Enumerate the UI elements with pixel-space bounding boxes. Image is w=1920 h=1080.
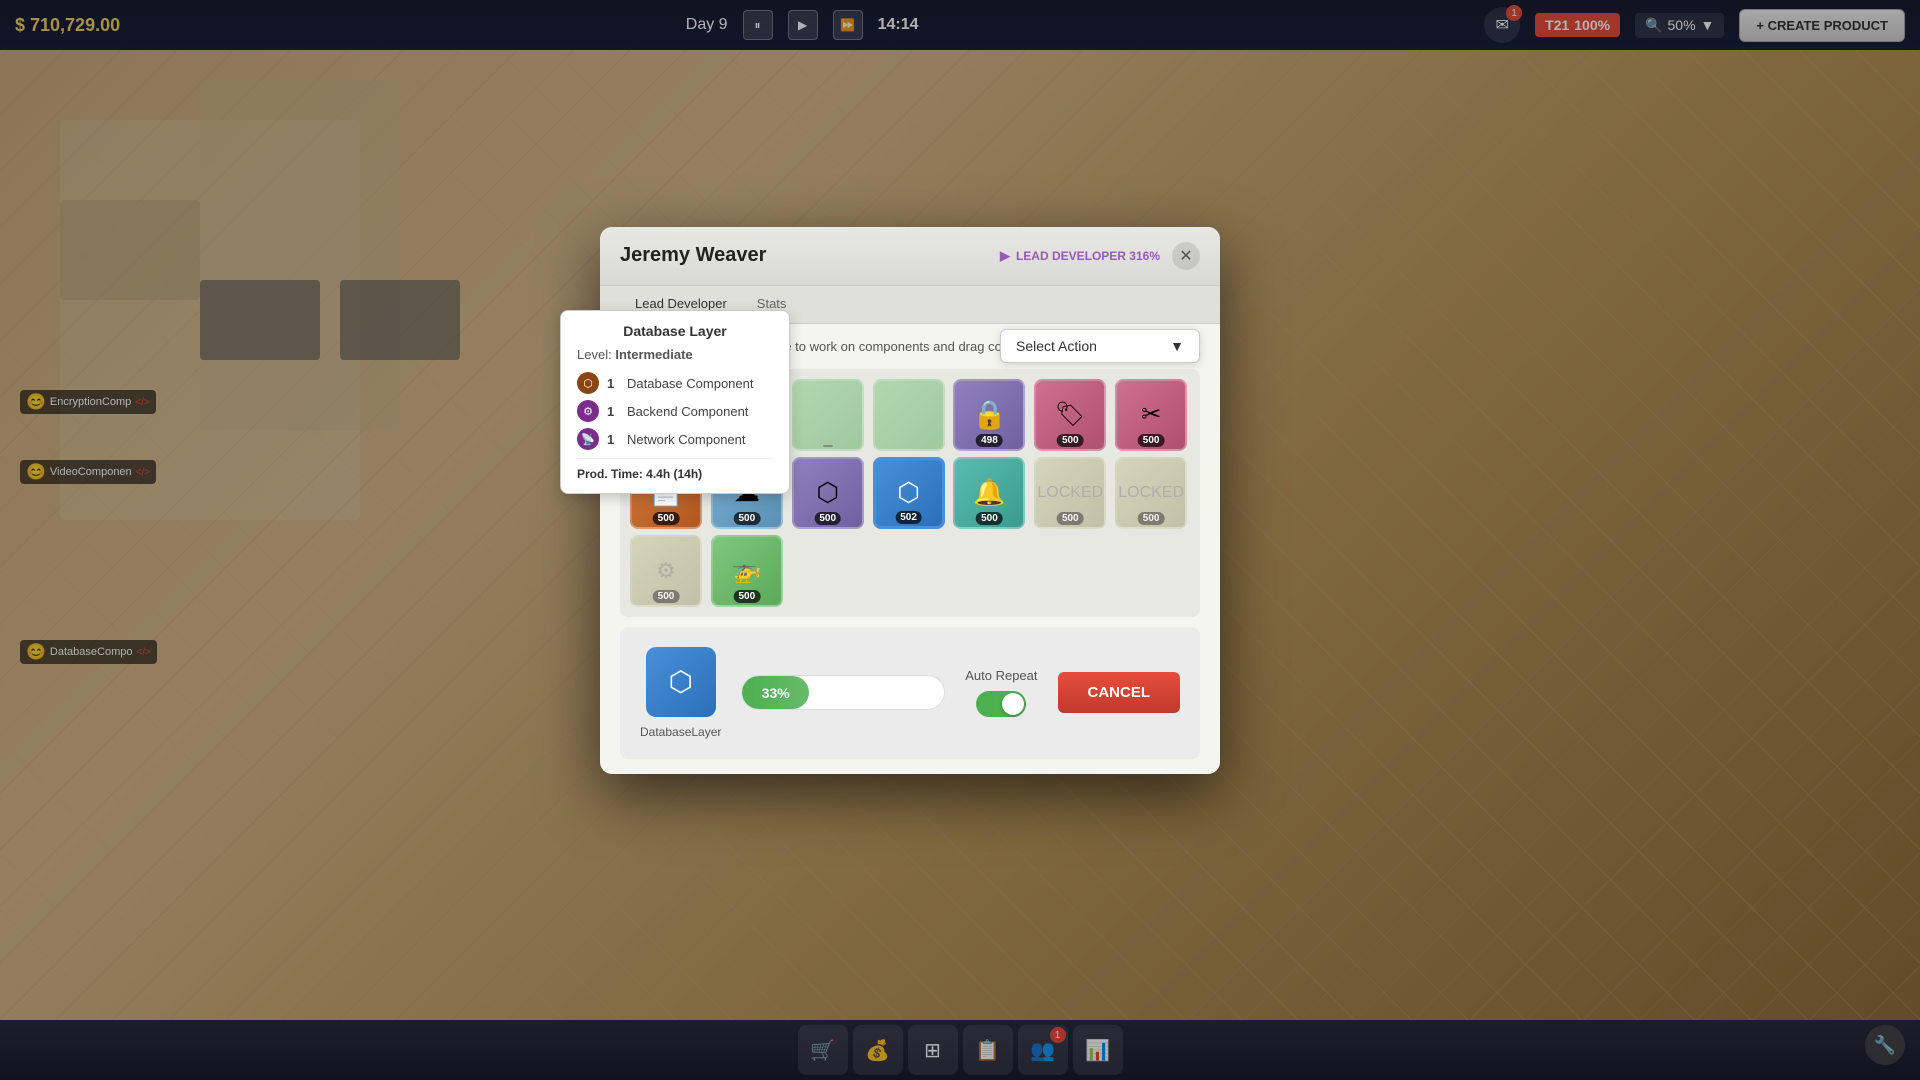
progress-bar-container: 33% xyxy=(741,675,945,710)
component-item-2[interactable] xyxy=(792,379,864,451)
tooltip-prod-time: Prod. Time: 4.4h (14h) xyxy=(577,467,773,481)
toggle-knob xyxy=(1002,693,1024,715)
auto-repeat-toggle[interactable] xyxy=(976,691,1026,717)
component-item-11[interactable]: 🔔 500 xyxy=(953,457,1025,529)
tooltip-icon-database: ⬡ xyxy=(577,372,599,394)
component-item-9[interactable]: ⬡ 500 xyxy=(792,457,864,529)
modal-overlay: Jeremy Weaver ▶ LEAD DEVELOPER 316% ✕ Le… xyxy=(0,0,1920,1080)
tooltip-icon-backend: ⚙ xyxy=(577,400,599,422)
tooltip-popup: Database Layer Level: Intermediate ⬡ 1 D… xyxy=(560,310,790,494)
tooltip-item-1: ⚙ 1 Backend Component xyxy=(577,400,773,422)
modal-header: Jeremy Weaver ▶ LEAD DEVELOPER 316% ✕ xyxy=(600,227,1220,286)
auto-repeat-label: Auto Repeat xyxy=(965,668,1037,683)
cancel-button[interactable]: CANCEL xyxy=(1058,672,1181,713)
component-item-4[interactable]: 🔒 498 xyxy=(953,379,1025,451)
tooltip-title: Database Layer xyxy=(577,323,773,339)
component-item-5[interactable]: 🏷 500 xyxy=(1034,379,1106,451)
component-item-6[interactable]: ✂ 500 xyxy=(1115,379,1187,451)
employee-modal: Jeremy Weaver ▶ LEAD DEVELOPER 316% ✕ Le… xyxy=(600,227,1220,774)
component-item-14: ⚙ 500 xyxy=(630,535,702,607)
progress-text: 33% xyxy=(762,685,790,701)
production-label: DatabaseLayer xyxy=(640,725,721,739)
auto-repeat-section: Auto Repeat xyxy=(965,668,1037,717)
tooltip-item-0: ⬡ 1 Database Component xyxy=(577,372,773,394)
production-area: ⬡ DatabaseLayer 33% Auto Repeat xyxy=(620,627,1200,759)
level-badge: LEAD DEVELOPER 316% xyxy=(1016,249,1160,263)
action-dropdown[interactable]: Select Action ▼ xyxy=(1000,329,1200,363)
tooltip-item-2: 📡 1 Network Component xyxy=(577,428,773,450)
component-item-10[interactable]: ⬡ 502 xyxy=(873,457,945,529)
component-item-13: LOCKED 500 xyxy=(1115,457,1187,529)
component-item-12: LOCKED 500 xyxy=(1034,457,1106,529)
production-icon: ⬡ xyxy=(646,647,716,717)
modal-close-button[interactable]: ✕ xyxy=(1172,242,1200,270)
component-item-3[interactable] xyxy=(873,379,945,451)
progress-section: 33% xyxy=(741,675,945,710)
tooltip-divider xyxy=(577,458,773,459)
tooltip-level: Level: Intermediate xyxy=(577,347,773,362)
progress-bar-fill: 33% xyxy=(742,676,809,709)
component-item-15[interactable]: 🚁 500 xyxy=(711,535,783,607)
tooltip-icon-network: 📡 xyxy=(577,428,599,450)
modal-title: Jeremy Weaver xyxy=(620,244,766,267)
